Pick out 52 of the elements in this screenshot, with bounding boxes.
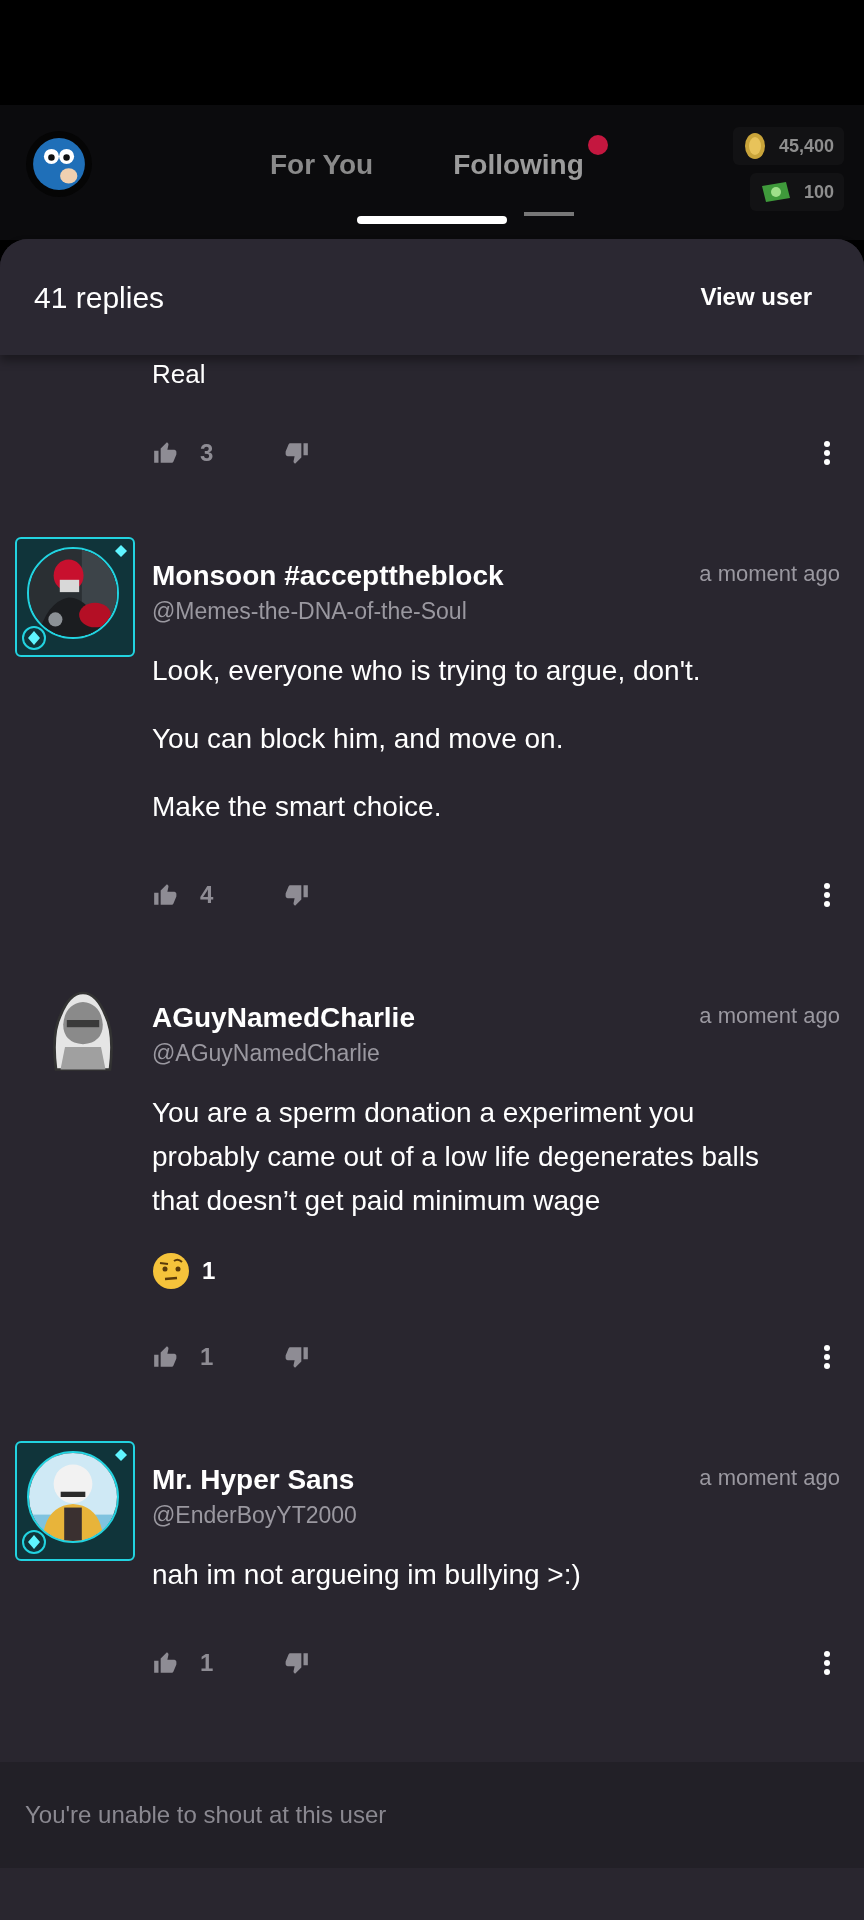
user-handle[interactable]: @Memes-the-DNA-of-the-Soul (152, 595, 840, 627)
user-handle[interactable]: @EnderBoyYT2000 (152, 1499, 840, 1531)
comment-text: Make the smart choice. (152, 790, 443, 824)
timestamp: a moment ago (699, 1464, 840, 1492)
like-count: 1 (200, 1648, 215, 1678)
cash-icon (759, 180, 792, 204)
reaction-count: 1 (202, 1256, 216, 1286)
author-name[interactable]: Mr. Hyper Sans (152, 1463, 355, 1497)
like-count: 4 (200, 880, 215, 910)
like-count: 1 (200, 1342, 215, 1372)
diamond-icon (115, 1449, 127, 1461)
thumbs-down-icon[interactable] (284, 440, 310, 466)
balance-chip[interactable]: 100 (749, 173, 844, 211)
more-options-icon[interactable] (823, 440, 831, 466)
comment-text: nah im not argueing im bullying >:) (152, 1558, 582, 1592)
thumbs-up-icon[interactable] (152, 882, 178, 908)
thumbs-up-icon[interactable] (152, 1344, 178, 1370)
more-options-icon[interactable] (823, 1344, 831, 1370)
diamond-icon (115, 545, 127, 557)
more-options-icon[interactable] (823, 882, 831, 908)
gem-icon (21, 625, 47, 651)
avatar-frame[interactable] (15, 1441, 135, 1561)
raised-eyebrow-emoji-icon[interactable] (152, 1252, 190, 1290)
balance-chip[interactable]: 45,400 (732, 127, 844, 165)
thumbs-down-icon[interactable] (284, 1344, 310, 1370)
comment-text: Real (152, 359, 207, 389)
feed-tab[interactable]: For You (270, 135, 374, 185)
drag-handle[interactable] (357, 216, 507, 224)
more-options-icon[interactable] (823, 1650, 831, 1676)
like-count: 3 (200, 438, 215, 468)
balance-amount: 100 (803, 180, 834, 204)
user-handle[interactable]: @AGuyNamedCharlie (152, 1037, 840, 1069)
thumbs-up-icon[interactable] (152, 440, 178, 466)
comment-text: Look, everyone who is trying to argue, don't. (152, 654, 702, 688)
thumbs-down-icon[interactable] (284, 1650, 310, 1676)
timestamp: a moment ago (699, 560, 840, 588)
tab-indicator (523, 212, 574, 216)
replies-count: 41 replies (34, 279, 165, 316)
avatar-frame[interactable] (15, 537, 135, 657)
coin-icon (742, 132, 767, 160)
comment-text: You are a sperm donation a experiment you probably came out of a low life degenerates balls that doesn’t get paid minimum wage (152, 1096, 761, 1218)
thumbs-down-icon[interactable] (284, 882, 310, 908)
author-name[interactable]: AGuyNamedCharlie (152, 1001, 415, 1035)
thumbs-up-icon[interactable] (152, 1650, 178, 1676)
timestamp: a moment ago (699, 1002, 840, 1030)
shout-disabled-notice: You're unable to shout at this user (25, 1800, 387, 1830)
feed-tab[interactable]: Following (453, 135, 608, 185)
author-name[interactable]: Monsoon #accepttheblock (152, 559, 504, 593)
balance-amount: 45,400 (778, 134, 834, 158)
gem-icon (21, 1529, 47, 1555)
view-user-link[interactable]: View user (700, 279, 812, 315)
comment-text: You can block him, and move on. (152, 722, 565, 756)
